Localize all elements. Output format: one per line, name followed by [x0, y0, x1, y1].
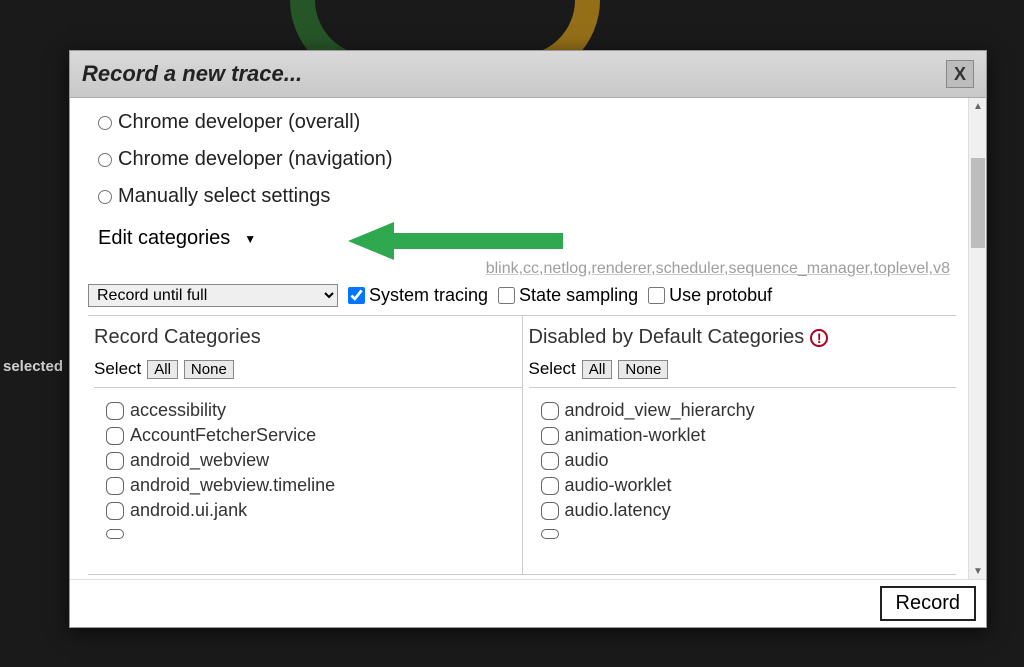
scroll-down-arrow-icon[interactable]: ▼: [969, 563, 986, 579]
checkbox-input[interactable]: [498, 287, 515, 304]
column-title-label: Disabled by Default Categories: [529, 326, 805, 349]
record-button[interactable]: Record: [880, 586, 976, 621]
list-item[interactable]: audio-worklet: [541, 473, 957, 498]
record-options-bar: Record until full System tracing State s…: [88, 282, 956, 316]
select-label: Select: [94, 359, 141, 379]
radio-label: Chrome developer (overall): [118, 111, 360, 134]
categories-columns: Record Categories Select All None access…: [88, 316, 956, 575]
select-label: Select: [529, 359, 576, 379]
checkbox-icon[interactable]: [541, 402, 559, 420]
list-item-label: animation-worklet: [565, 425, 706, 446]
checkbox-label: State sampling: [519, 285, 638, 306]
use-protobuf-checkbox[interactable]: Use protobuf: [648, 285, 772, 306]
list-item-label: audio.latency: [565, 500, 671, 521]
checkbox-label: Use protobuf: [669, 285, 772, 306]
radio-label: Chrome developer (navigation): [118, 148, 393, 171]
chevron-down-icon: ▼: [244, 232, 256, 246]
checkbox-icon[interactable]: [106, 452, 124, 470]
select-all-button[interactable]: All: [147, 360, 178, 379]
disabled-categories-column: Disabled by Default Categories ! Select …: [523, 316, 957, 574]
selected-label: selected: [3, 358, 63, 375]
checkbox-icon[interactable]: [541, 427, 559, 445]
dialog-footer: Record: [70, 579, 986, 627]
list-item[interactable]: android_webview.timeline: [106, 473, 522, 498]
dialog-body-scroll: Chrome developer (overall) Chrome develo…: [70, 98, 986, 579]
edit-categories-row: Edit categories ▼: [88, 221, 956, 260]
list-item-label: android_webview.timeline: [130, 475, 335, 496]
disabled-categories-title: Disabled by Default Categories !: [529, 326, 957, 349]
system-tracing-checkbox[interactable]: System tracing: [348, 285, 488, 306]
radio-input[interactable]: [98, 116, 112, 130]
disabled-categories-list: android_view_hierarchy animation-worklet…: [529, 388, 957, 574]
radio-chrome-developer-navigation[interactable]: Chrome developer (navigation): [98, 141, 946, 178]
list-item-label: android_webview: [130, 450, 269, 471]
checkbox-icon[interactable]: [106, 529, 124, 539]
checkbox-icon[interactable]: [541, 502, 559, 520]
list-item-label: android_view_hierarchy: [565, 400, 755, 421]
radio-input[interactable]: [98, 153, 112, 167]
close-button[interactable]: X: [946, 60, 974, 88]
vertical-scrollbar[interactable]: ▲ ▼: [968, 98, 986, 579]
edit-categories-label: Edit categories: [98, 227, 230, 250]
categories-summary-path: blink,cc,netlog,renderer,scheduler,seque…: [88, 260, 956, 282]
edit-categories-toggle[interactable]: Edit categories ▼: [98, 227, 256, 250]
checkbox-icon[interactable]: [541, 529, 559, 539]
list-item[interactable]: accessibility: [106, 398, 522, 423]
radio-input[interactable]: [98, 190, 112, 204]
list-item[interactable]: audio.latency: [541, 498, 957, 523]
list-item-label: accessibility: [130, 400, 226, 421]
state-sampling-checkbox[interactable]: State sampling: [498, 285, 638, 306]
dialog-titlebar: Record a new trace... X: [70, 51, 986, 98]
record-categories-title: Record Categories: [94, 326, 522, 349]
warning-icon: !: [810, 329, 828, 347]
list-item[interactable]: android_webview: [106, 448, 522, 473]
list-item[interactable]: audio: [541, 448, 957, 473]
list-item[interactable]: [541, 523, 957, 541]
scroll-up-arrow-icon[interactable]: ▲: [969, 98, 986, 114]
checkbox-input[interactable]: [648, 287, 665, 304]
close-icon: X: [954, 64, 966, 85]
checkbox-input[interactable]: [348, 287, 365, 304]
list-item[interactable]: AccountFetcherService: [106, 423, 522, 448]
select-none-button[interactable]: None: [184, 360, 234, 379]
annotation-arrow-icon: [348, 219, 568, 263]
checkbox-icon[interactable]: [106, 502, 124, 520]
radio-label: Manually select settings: [118, 185, 330, 208]
checkbox-icon[interactable]: [541, 477, 559, 495]
checkbox-icon[interactable]: [541, 452, 559, 470]
list-item[interactable]: android.ui.jank: [106, 498, 522, 523]
record-trace-dialog: Record a new trace... X Chrome developer…: [69, 50, 987, 628]
list-item[interactable]: android_view_hierarchy: [541, 398, 957, 423]
record-mode-select[interactable]: Record until full: [88, 284, 338, 307]
list-item[interactable]: [106, 523, 522, 541]
radio-manually-select-settings[interactable]: Manually select settings: [98, 178, 946, 215]
checkbox-icon[interactable]: [106, 477, 124, 495]
list-item[interactable]: animation-worklet: [541, 423, 957, 448]
record-categories-column: Record Categories Select All None access…: [88, 316, 523, 574]
settings-radio-group: Chrome developer (overall) Chrome develo…: [88, 102, 956, 221]
checkbox-icon[interactable]: [106, 427, 124, 445]
select-all-button[interactable]: All: [582, 360, 613, 379]
list-item-label: audio: [565, 450, 609, 471]
checkbox-icon[interactable]: [106, 402, 124, 420]
select-none-button[interactable]: None: [618, 360, 668, 379]
list-item-label: android.ui.jank: [130, 500, 247, 521]
checkbox-label: System tracing: [369, 285, 488, 306]
list-item-label: AccountFetcherService: [130, 425, 316, 446]
dialog-title: Record a new trace...: [82, 61, 302, 87]
radio-chrome-developer-overall[interactable]: Chrome developer (overall): [98, 104, 946, 141]
scrollbar-thumb[interactable]: [971, 158, 985, 248]
record-categories-list: accessibility AccountFetcherService andr…: [94, 388, 522, 574]
list-item-label: audio-worklet: [565, 475, 672, 496]
